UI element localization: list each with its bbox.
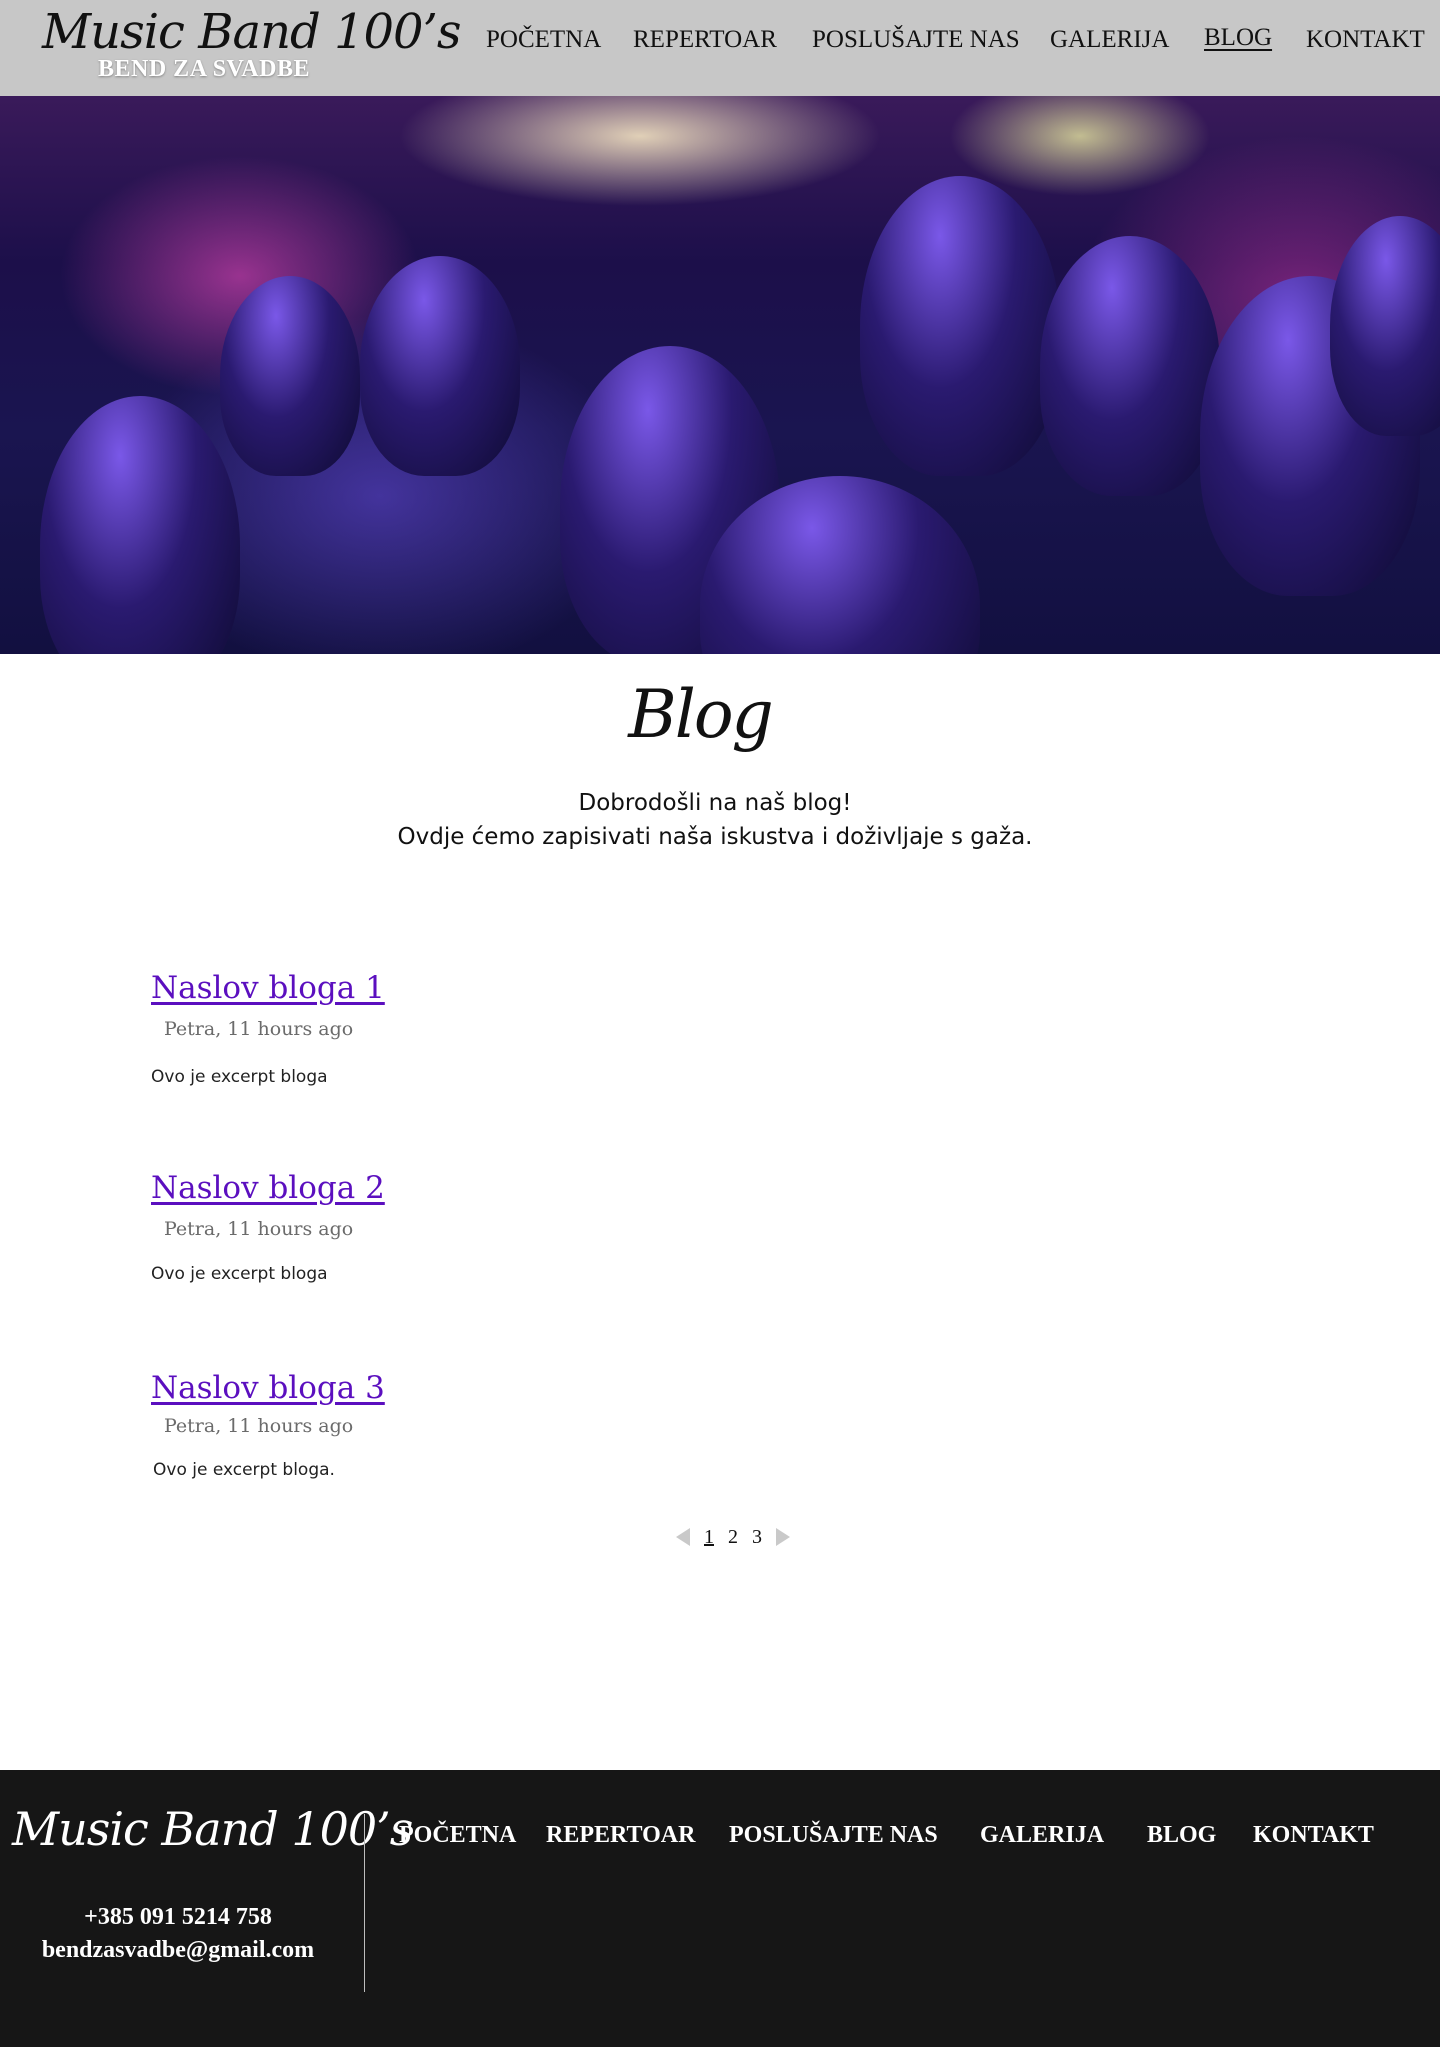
- footer-phone[interactable]: +385 091 5214 758: [0, 1904, 356, 1931]
- post-title-link[interactable]: Naslov bloga 1: [151, 970, 385, 1006]
- post-meta: Petra, 11 hours ago: [164, 1018, 354, 1040]
- footer-nav-kontakt[interactable]: KONTAKT: [1253, 1822, 1374, 1849]
- site-footer: Music Band 100’s +385 091 5214 758 bendz…: [0, 1770, 1440, 2047]
- crowd-silhouette: [1040, 236, 1220, 496]
- footer-nav-pocetna[interactable]: POČETNA: [399, 1822, 516, 1849]
- footer-nav-repertoar[interactable]: REPERTOAR: [546, 1822, 695, 1849]
- footer-logo[interactable]: Music Band 100’s: [12, 1802, 413, 1856]
- crowd-silhouette: [360, 256, 520, 476]
- pagination: 1 2 3: [676, 1522, 790, 1552]
- intro-line: Dobrodošli na naš blog!: [578, 790, 852, 816]
- next-page-arrow-icon[interactable]: [776, 1528, 790, 1546]
- footer-nav-galerija[interactable]: GALERIJA: [980, 1822, 1104, 1849]
- site-header: Music Band 100’s BEND ZA SVADBE POČETNA …: [0, 0, 1440, 96]
- crowd-silhouette: [40, 396, 240, 654]
- nav-pocetna[interactable]: POČETNA: [486, 26, 601, 54]
- intro-line: Ovdje ćemo zapisivati naša iskustva i do…: [397, 824, 1033, 850]
- nav-repertoar[interactable]: REPERTOAR: [633, 26, 777, 54]
- crowd-silhouette: [1330, 216, 1440, 436]
- post-excerpt: Ovo je excerpt bloga: [151, 1264, 328, 1284]
- post-excerpt: Ovo je excerpt bloga.: [153, 1460, 335, 1480]
- post-meta: Petra, 11 hours ago: [164, 1415, 354, 1437]
- post-title-link[interactable]: Naslov bloga 2: [151, 1170, 385, 1206]
- blog-intro: Dobrodošli na naš blog! Ovdje ćemo zapis…: [0, 786, 1430, 854]
- post-title-link[interactable]: Naslov bloga 3: [151, 1370, 385, 1406]
- footer-email[interactable]: bendzasvadbe@gmail.com: [0, 1937, 356, 1964]
- hero-image: [0, 96, 1440, 654]
- footer-divider: [364, 1814, 365, 1992]
- post-meta: Petra, 11 hours ago: [164, 1218, 354, 1240]
- footer-nav-poslusajte-nas[interactable]: POSLUŠAJTE NAS: [729, 1822, 938, 1849]
- page-link-3[interactable]: 3: [752, 1526, 762, 1549]
- footer-nav-blog[interactable]: BLOG: [1147, 1822, 1216, 1849]
- page-link-1[interactable]: 1: [704, 1526, 714, 1549]
- post-excerpt: Ovo je excerpt bloga: [151, 1067, 328, 1087]
- page-title: Blog: [628, 676, 774, 753]
- page-link-2[interactable]: 2: [728, 1526, 738, 1549]
- crowd-silhouette: [860, 176, 1060, 476]
- logo-subtitle: BEND ZA SVADBE: [98, 56, 310, 82]
- nav-galerija[interactable]: GALERIJA: [1050, 26, 1169, 54]
- crowd-silhouette: [220, 276, 360, 476]
- nav-kontakt[interactable]: KONTAKT: [1306, 26, 1425, 54]
- prev-page-arrow-icon[interactable]: [676, 1528, 690, 1546]
- logo[interactable]: Music Band 100’s: [42, 4, 461, 60]
- nav-blog[interactable]: BLOG: [1204, 24, 1272, 52]
- nav-poslusajte-nas[interactable]: POSLUŠAJTE NAS: [812, 26, 1020, 54]
